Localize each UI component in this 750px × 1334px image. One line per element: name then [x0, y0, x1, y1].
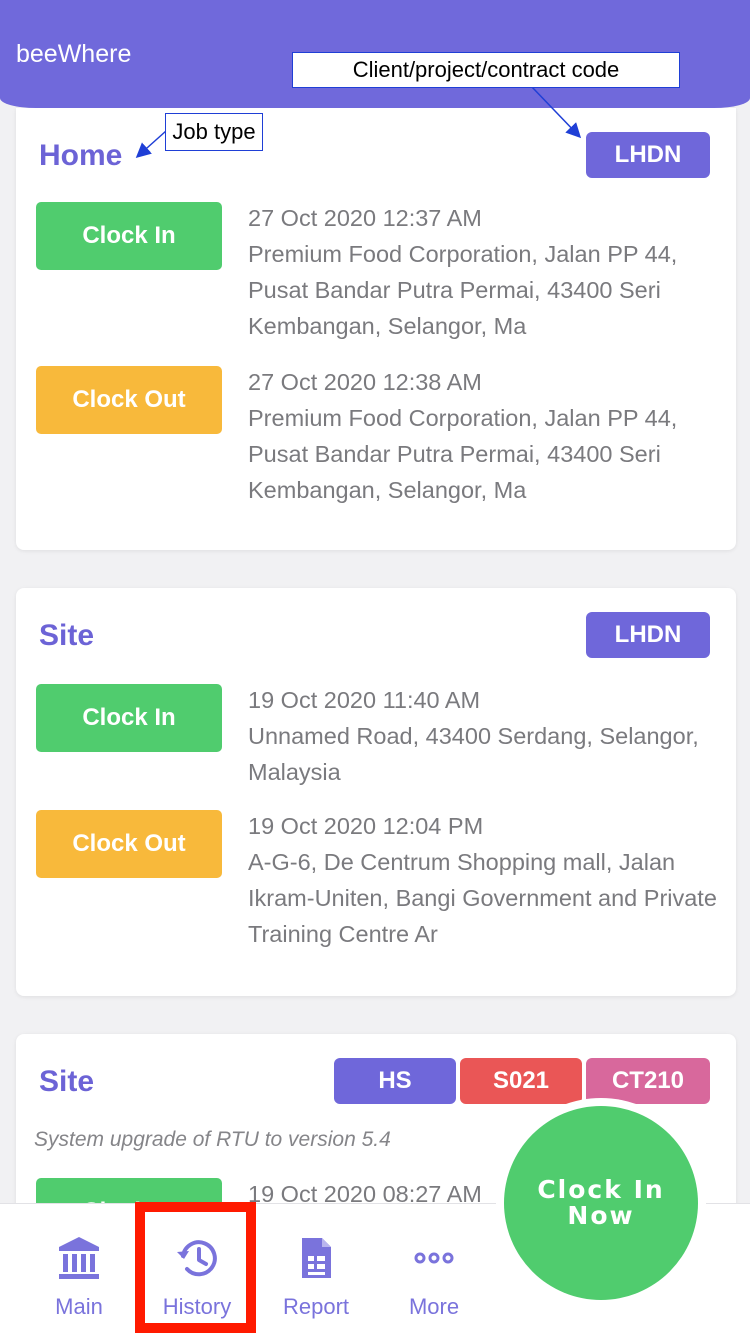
entry-address: Premium Food Corporation, Jalan PP 44, P… [248, 405, 678, 503]
client-code-tags: LHDN [586, 612, 710, 658]
clock-out-button[interactable]: Clock Out [36, 810, 222, 878]
entry-address: A-G-6, De Centrum Shopping mall, Jalan I… [248, 849, 717, 947]
clock-out-button[interactable]: Clock Out [36, 366, 222, 434]
entry-datetime: 27 Oct 2020 12:38 AM [248, 369, 482, 395]
entry-datetime: 27 Oct 2020 12:37 AM [248, 205, 482, 231]
history-highlight-box [135, 1202, 256, 1333]
entry-info: 19 Oct 2020 11:40 AM Unnamed Road, 43400… [248, 682, 718, 790]
client-code-tag: HS [334, 1058, 456, 1104]
more-icon [414, 1252, 454, 1264]
nav-more[interactable]: More [374, 1234, 494, 1320]
report-icon [302, 1238, 331, 1278]
client-code-tag: S021 [460, 1058, 582, 1104]
entry-address: Unnamed Road, 43400 Serdang, Selangor, M… [248, 723, 699, 785]
nav-main-label: Main [55, 1294, 103, 1319]
client-code-tag: LHDN [586, 132, 710, 178]
bank-icon [59, 1237, 99, 1279]
client-code-tag: LHDN [586, 612, 710, 658]
entry-datetime: 19 Oct 2020 12:04 PM [248, 813, 484, 839]
entry-datetime: 19 Oct 2020 11:40 AM [248, 687, 481, 713]
client-code-tags: LHDN [586, 132, 710, 178]
annotation-job-type: Job type [165, 113, 263, 151]
nav-main[interactable]: Main [19, 1234, 139, 1320]
entry-info: 27 Oct 2020 12:38 AM Premium Food Corpor… [248, 364, 718, 508]
annotation-client-code: Client/project/contract code [292, 52, 680, 88]
app-title: beeWhere [16, 40, 132, 68]
job-type-label: Site [39, 1065, 95, 1098]
entry-address: Premium Food Corporation, Jalan PP 44, P… [248, 241, 678, 339]
nav-report-label: Report [282, 1294, 350, 1319]
entry-info: 27 Oct 2020 12:37 AM Premium Food Corpor… [248, 200, 718, 344]
clock-in-now-button[interactable]: Clock In Now [504, 1106, 698, 1300]
client-code-tags: HS S021 CT210 [334, 1058, 710, 1104]
job-note: System upgrade of RTU to version 5.4 [34, 1128, 391, 1151]
clock-in-button[interactable]: Clock In [36, 202, 222, 270]
history-list[interactable]: Home LHDN Clock In 27 Oct 2020 12:37 AM … [0, 0, 750, 1204]
history-card: Home LHDN Clock In 27 Oct 2020 12:37 AM … [16, 108, 736, 550]
nav-more-label: More [408, 1294, 460, 1319]
clock-in-button[interactable]: Clock In [36, 684, 222, 752]
clock-in-now-label: Clock In Now [537, 1175, 665, 1230]
job-type-label: Site [39, 619, 95, 652]
nav-report[interactable]: Report [256, 1234, 376, 1320]
entry-info: 19 Oct 2020 12:04 PM A-G-6, De Centrum S… [248, 808, 718, 952]
history-card: Site LHDN Clock In 19 Oct 2020 11:40 AM … [16, 588, 736, 996]
job-type-label: Home [39, 139, 123, 172]
clock-in-button[interactable]: Clock In [36, 1178, 222, 1204]
